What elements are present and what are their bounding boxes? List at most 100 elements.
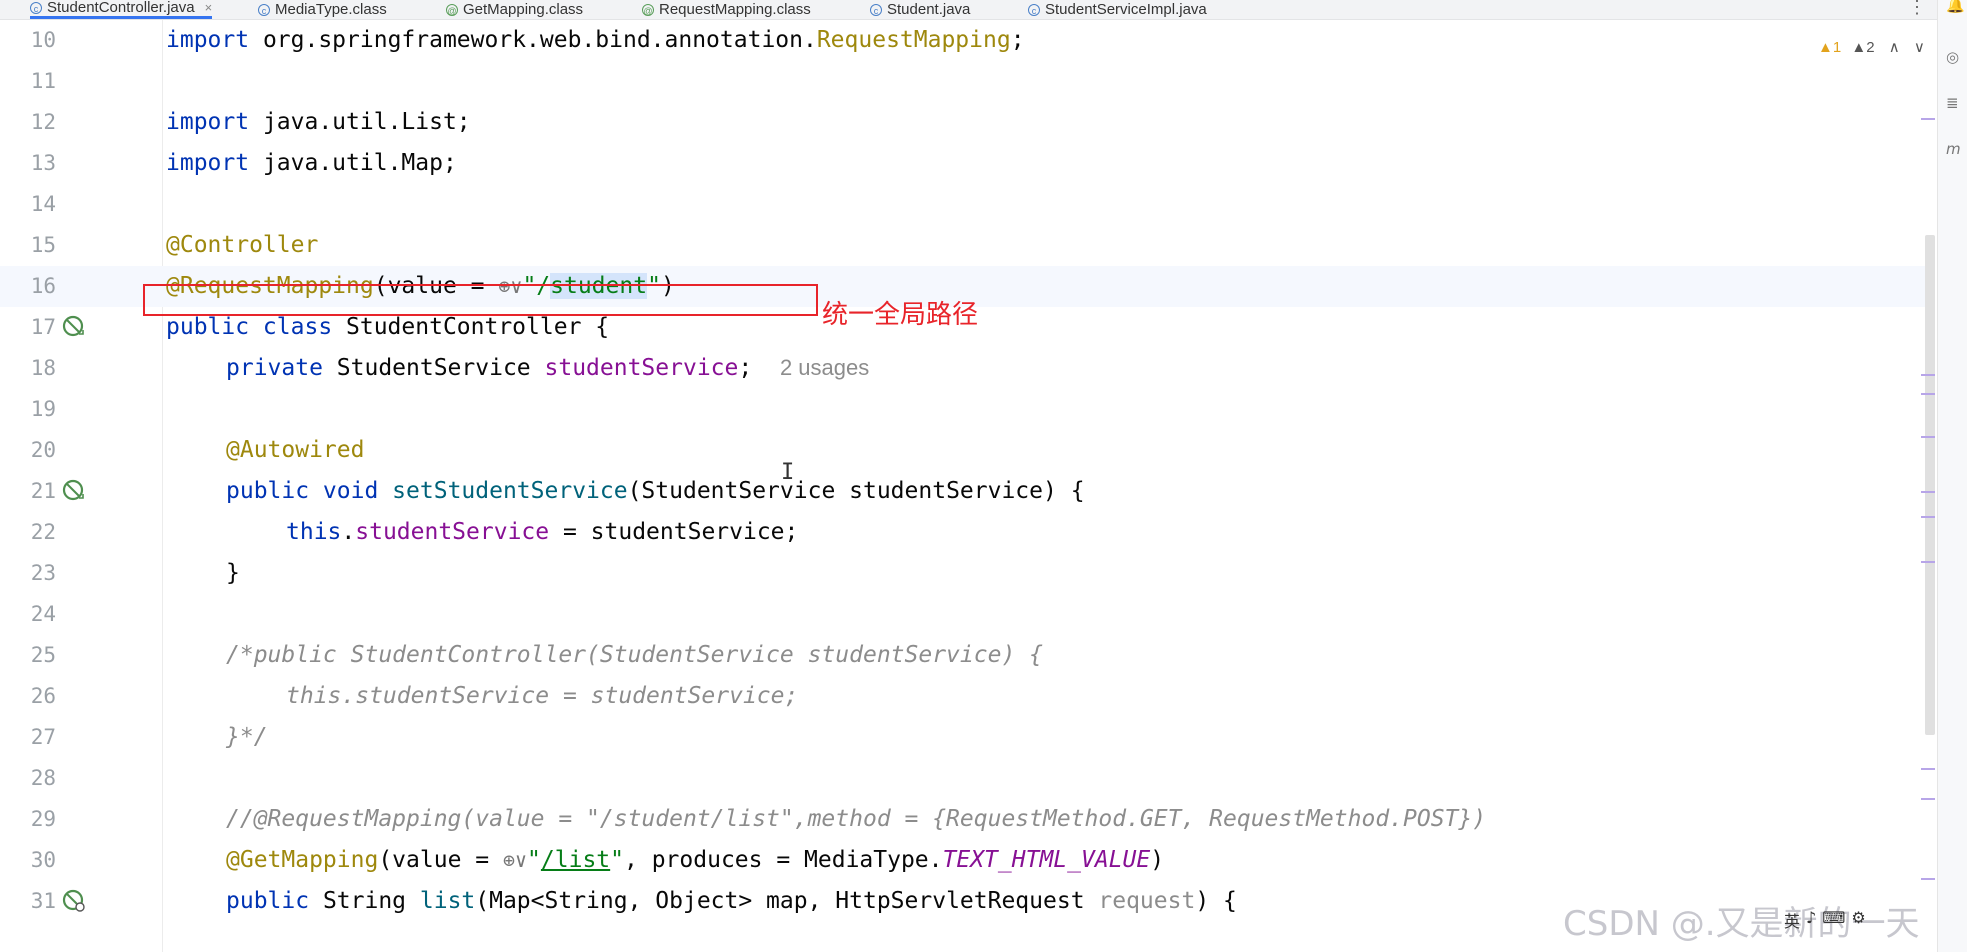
code-line: 20 @Autowired — [0, 430, 1925, 471]
tab-getmapping[interactable]: @ GetMapping.class — [446, 0, 583, 19]
line-number: 19 — [30, 397, 56, 421]
code-line: 26 this.studentService = studentService; — [0, 676, 1925, 717]
tab-label: MediaType.class — [275, 0, 387, 18]
close-icon[interactable]: × — [205, 0, 213, 16]
scroll-mark — [1921, 768, 1935, 770]
tab-student[interactable]: c Student.java — [870, 0, 970, 19]
code-line: 11 — [0, 61, 1925, 102]
class-icon: c — [258, 3, 270, 16]
scroll-mark — [1921, 491, 1935, 493]
code-comment: }*/ — [226, 724, 268, 750]
scroll-mark — [1921, 878, 1935, 880]
code-text: import java.util.Map; — [166, 150, 457, 176]
tab-label: Student.java — [887, 0, 971, 18]
chevron-up-icon[interactable]: ∧ — [1889, 39, 1900, 56]
tab-label: RequestMapping.class — [659, 0, 811, 18]
line-number: 26 — [30, 684, 56, 708]
chevron-down-icon[interactable]: ∨ — [1914, 39, 1925, 56]
line-number: 22 — [30, 520, 56, 544]
endpoint-gutter-icon[interactable] — [62, 889, 86, 913]
line-number: 11 — [30, 69, 56, 93]
sound-icon[interactable]: ♪ — [1806, 908, 1816, 938]
code-text: private StudentService studentService; 2… — [226, 355, 870, 381]
line-number: 14 — [30, 192, 56, 216]
line-number: 29 — [30, 807, 56, 831]
line-number: 30 — [30, 848, 56, 872]
tab-label: StudentController.java — [47, 0, 195, 16]
bean-gutter-icon[interactable] — [62, 315, 86, 339]
annotation-label: 统一全局路径 — [822, 300, 979, 330]
watermark: CSDN @.又是新的一天 — [1563, 904, 1920, 944]
code-text: @GetMapping(value = ⊕∨"/list", produces … — [226, 847, 1165, 873]
line-number: 18 — [30, 356, 56, 380]
code-text: public String list(Map<String, Object> m… — [226, 888, 1237, 914]
line-number: 24 — [30, 602, 56, 626]
code-comment: /*public StudentController(StudentServic… — [226, 642, 1043, 668]
code-text: @Autowired — [226, 437, 365, 463]
code-line: 18 private StudentService studentService… — [0, 348, 1925, 389]
scroll-mark — [1921, 374, 1935, 376]
class-icon: c — [30, 2, 42, 14]
code-line: 24 — [0, 594, 1925, 635]
class-icon: c — [1028, 3, 1040, 16]
annotation-icon: @ — [642, 3, 654, 16]
scroll-mark — [1921, 798, 1935, 800]
code-text: this.studentService = studentService; — [286, 519, 799, 545]
annotation-icon: @ — [446, 3, 458, 16]
line-number: 20 — [30, 438, 56, 462]
editor-tab-bar: c StudentController.java × c MediaType.c… — [0, 0, 1967, 20]
code-line: 12 import java.util.List; — [0, 102, 1925, 143]
system-tray: 英 ♪ ⌨ ⚙ — [1784, 908, 1866, 938]
tab-label: GetMapping.class — [463, 0, 584, 18]
code-text: public void setStudentService(StudentSer… — [226, 478, 1085, 504]
code-text: import org.springframework.web.bind.anno… — [166, 27, 1025, 53]
more-tabs-icon[interactable]: ⋮ — [1908, 0, 1926, 18]
ai-assistant-icon[interactable]: ◎ — [1946, 48, 1962, 66]
scroll-mark — [1921, 516, 1935, 518]
line-number: 16 — [30, 274, 56, 298]
line-number: 12 — [30, 110, 56, 134]
line-number: 13 — [30, 151, 56, 175]
line-number: 27 — [30, 725, 56, 749]
usages-hint: 2 usages — [779, 355, 870, 380]
code-comment: this.studentService = studentService; — [286, 683, 799, 709]
tab-studentserviceimpl[interactable]: c StudentServiceImpl.java — [1028, 0, 1207, 19]
maven-icon[interactable]: m — [1946, 140, 1962, 158]
code-line: 25 /*public StudentController(StudentSer… — [0, 635, 1925, 676]
ime-icon[interactable]: 英 — [1784, 908, 1800, 938]
scroll-mark — [1921, 393, 1935, 395]
code-line: 23 } — [0, 553, 1925, 594]
code-line: 14 — [0, 184, 1925, 225]
settings-icon[interactable]: ⚙ — [1851, 908, 1865, 938]
line-number: 17 — [30, 315, 56, 339]
database-icon[interactable]: ≣ — [1946, 94, 1962, 112]
right-tool-sidebar: 🔔 ◎ ≣ m — [1937, 0, 1967, 952]
line-number: 21 — [30, 479, 56, 503]
tab-requestmapping[interactable]: @ RequestMapping.class — [642, 0, 811, 19]
weak-warning-count[interactable]: ▲2 — [1851, 39, 1874, 56]
inspection-widget[interactable]: ▲1 ▲2 ∧ ∨ — [1818, 38, 1925, 56]
code-line: 30 @GetMapping(value = ⊕∨"/list", produc… — [0, 840, 1925, 881]
vertical-scrollbar[interactable] — [1925, 235, 1935, 735]
code-text: import java.util.List; — [166, 109, 471, 135]
tab-mediatype[interactable]: c MediaType.class — [258, 0, 387, 19]
keyboard-icon[interactable]: ⌨ — [1822, 908, 1845, 938]
code-line: 10 import org.springframework.web.bind.a… — [0, 20, 1925, 61]
scroll-mark — [1921, 436, 1935, 438]
line-number: 28 — [30, 766, 56, 790]
scroll-mark — [1921, 561, 1935, 563]
text-cursor-icon: I — [781, 460, 795, 485]
line-number: 23 — [30, 561, 56, 585]
notifications-icon[interactable]: 🔔 — [1946, 0, 1965, 14]
globe-icon: ⊕∨ — [502, 848, 528, 872]
line-number: 25 — [30, 643, 56, 667]
code-editor[interactable]: 10 import org.springframework.web.bind.a… — [0, 20, 1925, 952]
code-line: 27 }*/ — [0, 717, 1925, 758]
autowired-gutter-icon[interactable] — [62, 479, 86, 503]
line-number: 31 — [30, 889, 56, 913]
class-icon: c — [870, 3, 882, 16]
tab-studentcontroller[interactable]: c StudentController.java × — [30, 0, 213, 19]
scroll-mark — [1921, 118, 1935, 120]
warning-count[interactable]: ▲1 — [1818, 39, 1841, 56]
line-number: 10 — [30, 28, 56, 52]
